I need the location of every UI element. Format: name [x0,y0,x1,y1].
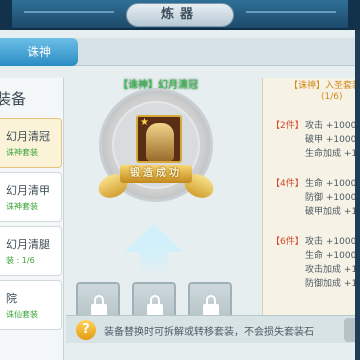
tier-attr: 防御 +1000 [305,193,357,203]
list-item-name: 院 [6,292,17,305]
forged-item-icon[interactable]: ★ [136,115,182,163]
up-arrow-stem [140,251,168,275]
equipment-list-header-label: 装备 [0,90,27,108]
tab-strip: 诛神 [0,38,360,66]
tier-attr: 生命 +1000 [305,251,357,261]
tier-attr: 破甲加成 +10 [305,207,360,217]
right-edge-border [355,30,360,360]
list-item-sub: 诛神套装 [6,148,38,157]
list-item-name: 幻月清甲 [6,184,50,197]
list-item-sub: 诛仙套装 [6,310,38,319]
forge-area: 【诛神】幻月清冠 ★ 锻造成功 [66,78,246,328]
tier-label: 【4件】 [271,179,304,189]
tier-label: 【2件】 [271,121,304,131]
list-item-sub: 诛神套装 [6,202,38,211]
list-item-name: 幻月清冠 [6,130,50,143]
set-bonus-panel: 【诛神】入圣套装 (1/6) 【2件】 攻击 +1000 破甲 +1000 生命… [262,78,360,330]
forge-success-banner: 锻造成功 [120,165,192,183]
tier-attr: 攻击 +1000 [305,237,357,247]
title-bar-left-corner [0,0,12,30]
equipment-list-header: 装备 [0,84,63,114]
list-item-sub: 装 : 1/6 [6,256,35,265]
set-title: 【诛神】入圣套装 [289,81,360,91]
list-item-name: 幻月清腿 [6,238,50,251]
hero-portrait-icon [146,123,174,161]
main-panel: 诛神 装备 幻月清冠 诛神套装 幻月清甲 诛神套装 幻月清腿 装 : 1/6 院… [0,30,360,360]
list-item[interactable]: 幻月清甲 诛神套装 [0,172,62,222]
set-count: (1/6) [321,92,343,102]
tier-attr: 攻击 +1000 [305,121,357,131]
tier-label: 【6件】 [271,237,304,247]
tier-attr: 破甲 +1000 [305,135,357,145]
title-ornament-right [246,11,336,13]
tab-zhushen[interactable]: 诛神 [0,38,78,66]
tier-attr: 生命加成 +100 [305,149,360,159]
tip-text: 装备替换时可拆解或转移套装，不会损失套装石 [104,327,314,338]
list-item[interactable]: 院 诛仙套装 [0,280,62,330]
star-icon: ★ [140,117,149,128]
page-title: 炼器 [126,3,234,27]
list-item[interactable]: 幻月清腿 装 : 1/6 [0,226,62,276]
list-item[interactable]: 幻月清冠 诛神套装 [0,118,62,168]
title-bar-right-corner [348,0,360,30]
title-ornament-left [24,11,114,13]
up-arrow-icon [124,224,184,252]
equipment-list: 装备 幻月清冠 诛神套装 幻月清甲 诛神套装 幻月清腿 装 : 1/6 院 诛仙… [0,78,64,360]
tier-attr: 防御加成 +10 [305,279,360,289]
tip-bar: ? 装备替换时可拆解或转移套装，不会损失套装石 [66,315,360,343]
tier-attr: 攻击加成 +10 [305,265,360,275]
tier-attr: 生命 +1000 [305,179,357,189]
question-mark-icon[interactable]: ? [76,320,96,340]
forge-medal: ★ 锻造成功 [94,88,218,203]
title-bar: 炼器 [0,0,360,30]
